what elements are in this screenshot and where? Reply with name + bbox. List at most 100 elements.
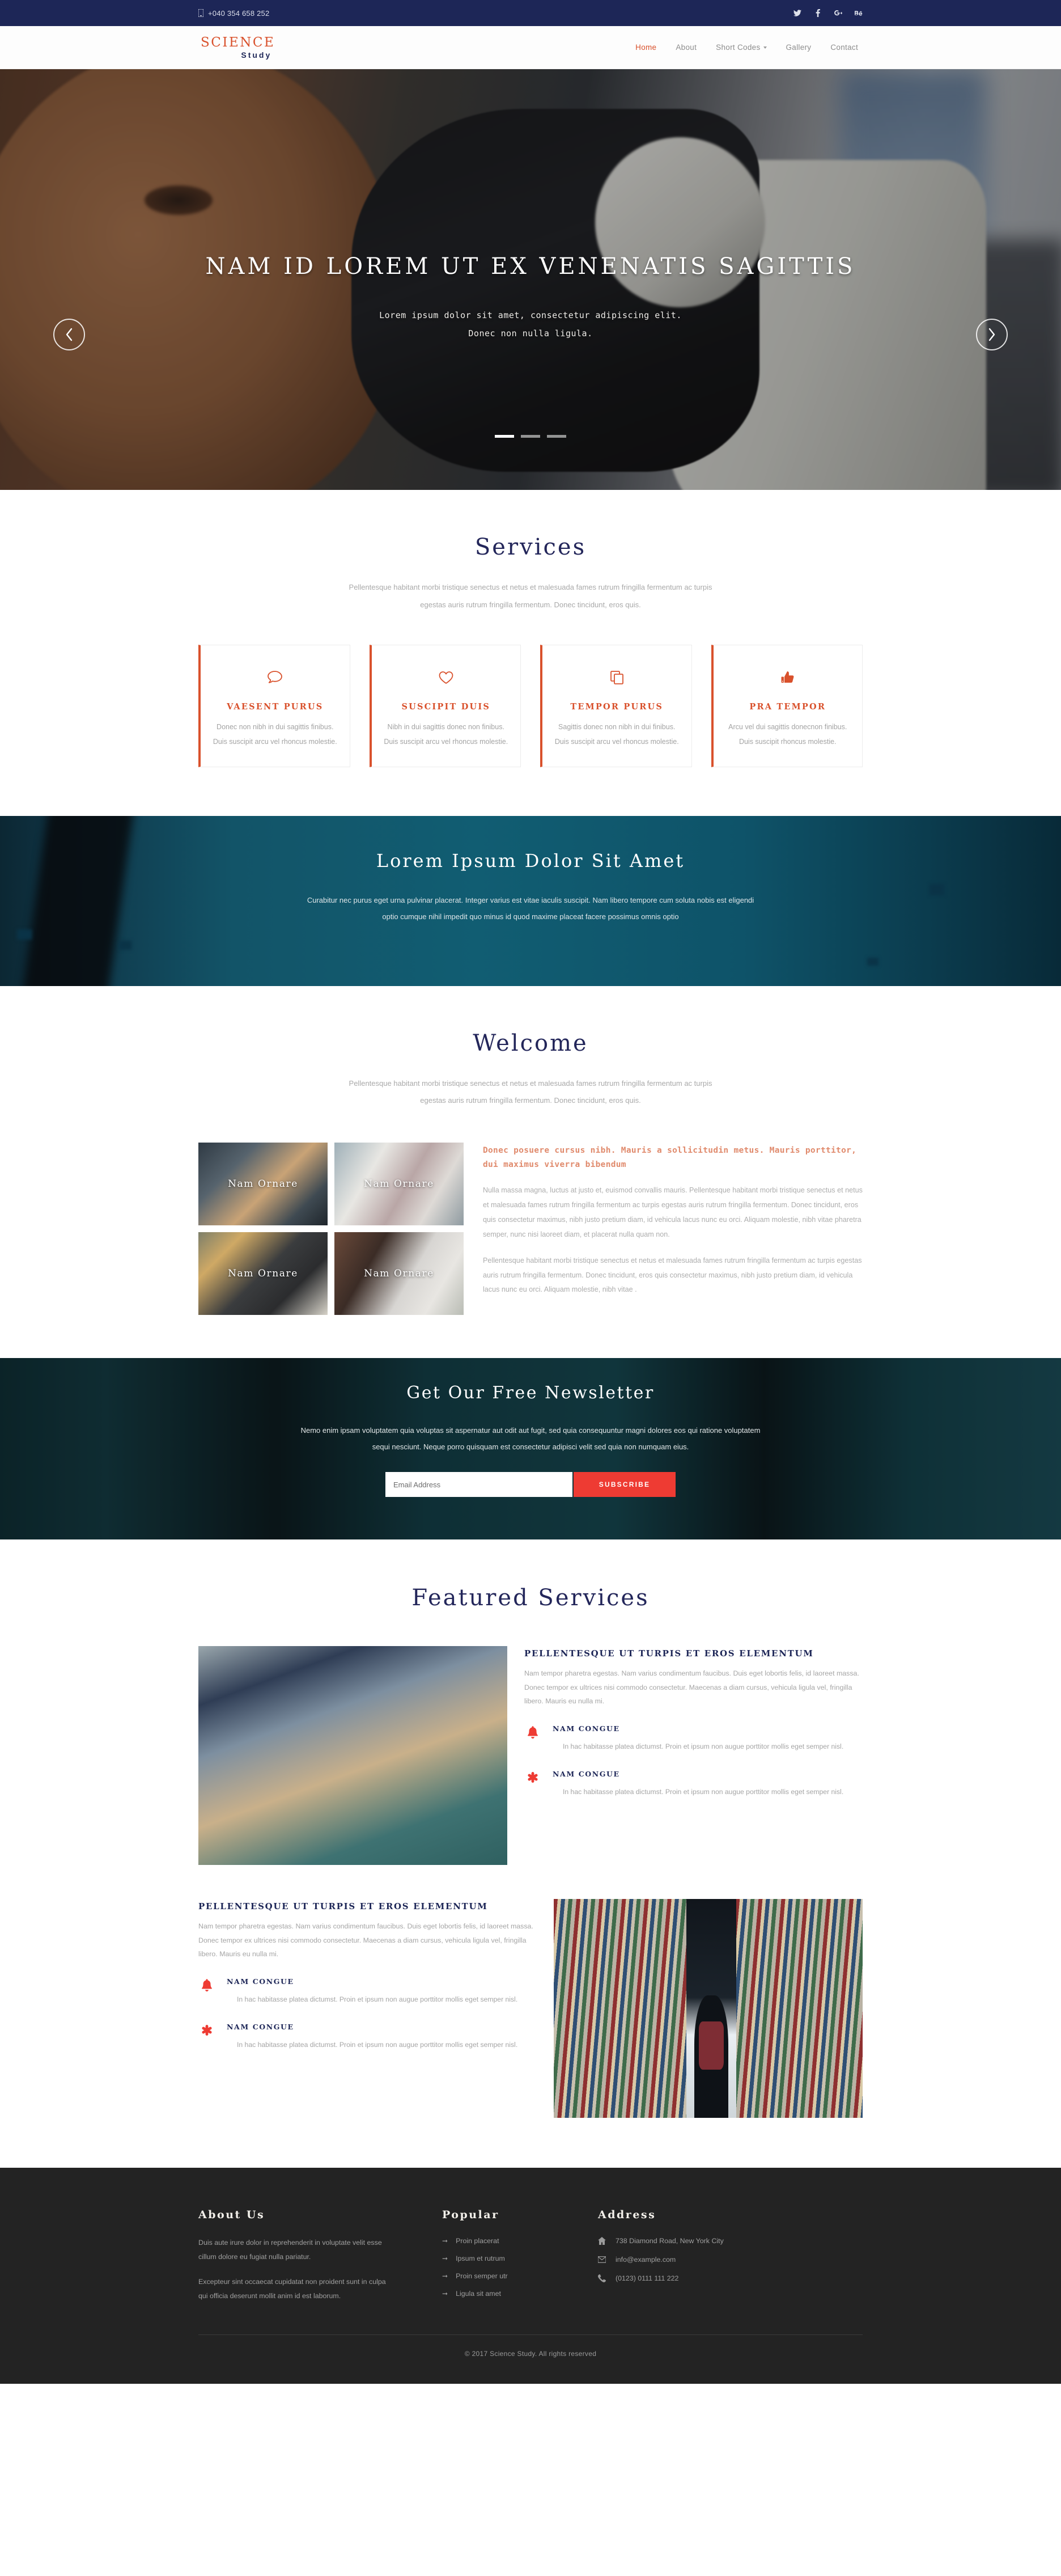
site-header: SCIENCE Study Home About Short Codes Gal… — [0, 26, 1061, 69]
hero-prev-button[interactable] — [53, 319, 85, 350]
footer-popular-link[interactable]: Ipsum et rutrum — [456, 2254, 505, 2262]
phone-icon — [598, 2274, 606, 2282]
services-lead: Pellentesque habitant morbi tristique se… — [349, 583, 712, 609]
hero-slider: NAM ID LOREM UT EX VENENATIS SAGITTIS Lo… — [0, 69, 1061, 490]
featured-block-heading: PELLENTESQUE UT TURPIS ET EROS ELEMENTUM — [198, 1901, 488, 1911]
featured-item-title: NAM CONGUE — [553, 1724, 620, 1733]
envelope-icon — [598, 2256, 606, 2263]
nav-label: Home — [635, 43, 657, 52]
twitter-icon[interactable] — [793, 10, 801, 16]
gallery-thumb-label: Nam Ornare — [364, 1267, 434, 1279]
gallery-thumb[interactable]: Nam Ornare — [334, 1232, 464, 1315]
nav-label: Gallery — [786, 43, 812, 52]
phone-number: +040 354 658 252 — [208, 9, 270, 18]
footer-popular-link[interactable]: Proin semper utr — [456, 2272, 508, 2280]
service-card-title: PRA TEMPOR — [749, 702, 826, 712]
copyright-text: © 2017 Science Study. All rights reserve… — [464, 2349, 597, 2358]
footer-popular-link[interactable]: Proin placerat — [456, 2237, 499, 2245]
footer-address-text: 738 Diamond Road, New York City — [616, 2236, 724, 2245]
promo-banner: Lorem Ipsum Dolor Sit Amet Curabitur nec… — [0, 815, 1061, 986]
heart-icon — [383, 665, 510, 691]
hero-dot-3[interactable] — [547, 435, 566, 438]
logo[interactable]: SCIENCE Study — [198, 36, 275, 59]
service-card-title: SUSCIPIT DUIS — [401, 702, 490, 712]
footer-popular-link[interactable]: Ligula sit amet — [456, 2290, 501, 2298]
bell-icon — [198, 1977, 215, 2006]
nav-item-gallery[interactable]: Gallery — [786, 43, 812, 52]
behance-icon[interactable] — [855, 10, 863, 16]
welcome-paragraph-1: Nulla massa magna, luctus at justo et, e… — [483, 1186, 863, 1238]
newsletter-form: SUBSCRIBE — [0, 1472, 1061, 1498]
site-footer: About Us Duis aute irure dolor in repreh… — [0, 2167, 1061, 2384]
newsletter-text: Nemo enim ipsam voluptatem quia voluptas… — [300, 1426, 761, 1451]
service-card[interactable]: TEMPOR PURUS Sagittis donec non nibh in … — [540, 645, 692, 767]
footer-popular-item[interactable]: ➞ Ligula sit amet — [442, 2290, 598, 2298]
featured-item-title: NAM CONGUE — [227, 2022, 294, 2031]
footer-address-item[interactable]: info@example.com — [598, 2256, 863, 2264]
featured-list-item: NAM CONGUE In hac habitasse platea dictu… — [198, 2023, 537, 2052]
hero-title: NAM ID LOREM UT EX VENENATIS SAGITTIS — [205, 253, 856, 280]
welcome-paragraph-2: Pellentesque habitant morbi tristique se… — [483, 1256, 862, 1294]
featured-services-section: Featured Services PELLENTESQUE UT TURPIS… — [0, 1539, 1061, 2168]
chevron-right-icon — [988, 328, 995, 341]
gallery-thumb[interactable]: Nam Ornare — [198, 1142, 328, 1225]
footer-popular-item[interactable]: ➞ Ipsum et rutrum — [442, 2254, 598, 2262]
service-card[interactable]: PRA TEMPOR Arcu vel dui sagittis donecno… — [711, 645, 863, 767]
chevron-down-icon — [763, 46, 767, 49]
hero-dot-2[interactable] — [521, 435, 540, 438]
featured-list-item: NAM CONGUE In hac habitasse platea dictu… — [524, 1770, 863, 1799]
gallery-thumb[interactable]: Nam Ornare — [198, 1232, 328, 1315]
service-card[interactable]: VAESENT PURUS Donec non nibh in dui sagi… — [198, 645, 350, 767]
featured-item-text: In hac habitasse platea dictumst. Proin … — [237, 1995, 518, 2004]
gallery-thumb-label: Nam Ornare — [228, 1267, 298, 1279]
featured-image-library — [554, 1898, 863, 2118]
welcome-section: Welcome Pellentesque habitant morbi tris… — [0, 986, 1061, 1315]
logo-secondary-text: Study — [241, 50, 272, 60]
hero-subtitle: Lorem ipsum dolor sit amet, consectetur … — [379, 310, 682, 339]
featured-block-heading: PELLENTESQUE UT TURPIS ET EROS ELEMENTUM — [524, 1648, 814, 1659]
social-links — [793, 9, 863, 17]
phone-icon — [198, 9, 203, 17]
hero-dot-1[interactable] — [495, 435, 514, 438]
asterisk-icon — [198, 2023, 215, 2052]
footer-about-para-1: Duis aute irure dolor in reprehenderit i… — [198, 2238, 382, 2261]
services-section: Services Pellentesque habitant morbi tri… — [0, 490, 1061, 816]
nav-item-home[interactable]: Home — [635, 43, 656, 52]
service-card[interactable]: SUSCIPIT DUIS Nibh in dui sagittis donec… — [369, 645, 521, 767]
gallery-thumb-label: Nam Ornare — [228, 1178, 298, 1190]
arrow-right-icon: ➞ — [442, 2254, 448, 2262]
service-card-text: Nibh in dui sagittis donec non finibus. … — [384, 723, 508, 746]
hero-slide-indicators[interactable] — [0, 435, 1061, 438]
footer-popular-item[interactable]: ➞ Proin semper utr — [442, 2272, 598, 2280]
featured-item-title: NAM CONGUE — [553, 1769, 620, 1778]
featured-item-text: In hac habitasse platea dictumst. Proin … — [237, 2040, 518, 2049]
banner-text: Curabitur nec purus eget urna pulvinar p… — [307, 895, 754, 921]
top-bar: +040 354 658 252 — [0, 0, 1061, 26]
featured-list-item: NAM CONGUE In hac habitasse platea dictu… — [198, 1977, 537, 2006]
gallery-thumb-label: Nam Ornare — [364, 1178, 434, 1190]
bell-icon — [524, 1724, 541, 1753]
nav-item-contact[interactable]: Contact — [830, 43, 858, 52]
gallery-thumb[interactable]: Nam Ornare — [334, 1142, 464, 1225]
footer-address-text: (0123) 0111 111 222 — [616, 2274, 679, 2282]
welcome-lead: Pellentesque habitant morbi tristique se… — [349, 1078, 712, 1105]
google-plus-icon[interactable] — [834, 10, 842, 16]
hero-next-button[interactable] — [976, 319, 1008, 350]
nav-item-about[interactable]: About — [676, 43, 697, 52]
main-navigation: Home About Short Codes Gallery Contact — [635, 43, 863, 52]
logo-primary-text: SCIENCE — [201, 35, 275, 50]
footer-popular-item[interactable]: ➞ Proin placerat — [442, 2237, 598, 2245]
email-input[interactable] — [385, 1472, 572, 1498]
subscribe-button[interactable]: SUBSCRIBE — [574, 1472, 676, 1498]
nav-item-short-codes[interactable]: Short Codes — [716, 43, 767, 52]
footer-about-para-2: Excepteur sint occaecat cupidatat non pr… — [198, 2277, 386, 2300]
arrow-right-icon: ➞ — [442, 2236, 448, 2245]
footer-popular-title: Popular — [442, 2208, 499, 2221]
facebook-icon[interactable] — [814, 9, 822, 17]
featured-title: Featured Services — [411, 1584, 650, 1611]
featured-image-students — [198, 1646, 507, 1865]
chevron-left-icon — [66, 328, 73, 341]
home-icon — [598, 2236, 606, 2245]
footer-address-item[interactable]: (0123) 0111 111 222 — [598, 2274, 863, 2282]
phone-contact[interactable]: +040 354 658 252 — [198, 9, 269, 18]
